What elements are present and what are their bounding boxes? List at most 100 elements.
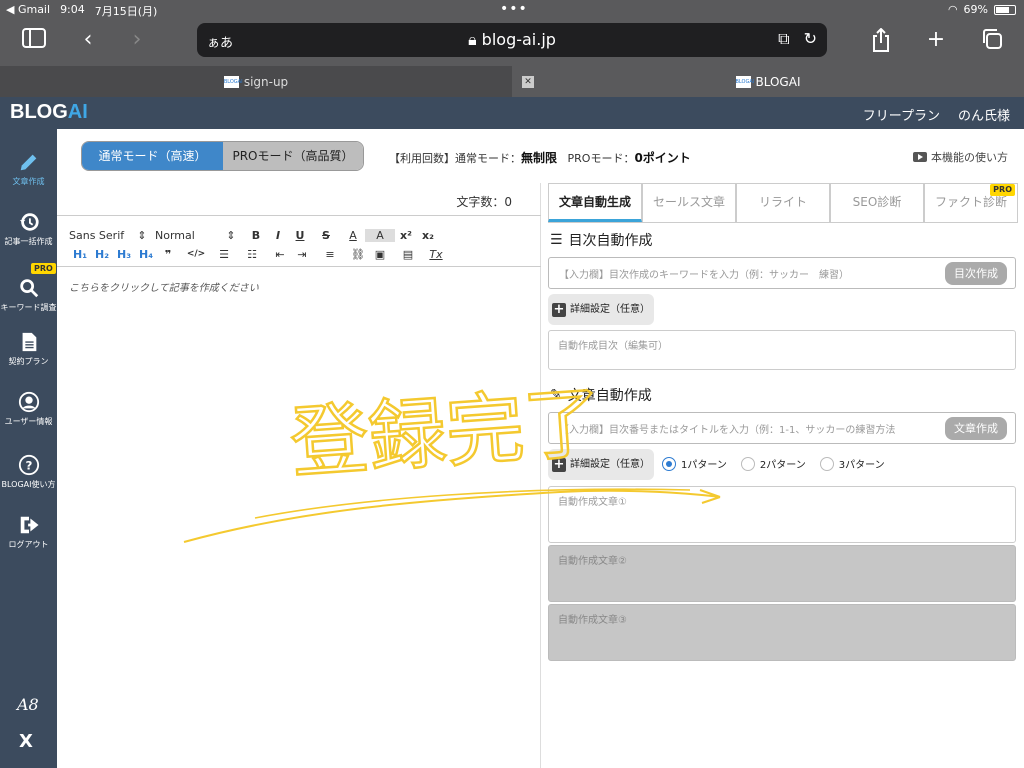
sidebar-item-plan[interactable]: 契約プラン (0, 331, 57, 367)
sidebar-item-write[interactable]: 文章作成 (0, 151, 57, 187)
toc-output[interactable]: 自動作成目次（編集可） (548, 330, 1016, 370)
pattern-2-radio[interactable]: 2パターン (740, 456, 806, 471)
list-icon: ☰ (550, 232, 563, 248)
svg-text:?: ? (25, 459, 32, 473)
wifi-icon: ◠ (947, 3, 958, 16)
plan-link[interactable]: フリープラン (863, 105, 940, 124)
heading3-icon[interactable]: H₃ (113, 248, 135, 261)
back-to-app-link[interactable]: ◀ Gmail (6, 3, 50, 19)
tab-seo[interactable]: SEO診断 (830, 183, 924, 222)
history-icon (19, 213, 39, 231)
sidebar-item-keyword[interactable]: PRO キーワード調査 (0, 263, 57, 313)
article-output-2: 自動作成文章② (548, 545, 1016, 602)
subscript-icon[interactable]: x₂ (417, 229, 439, 242)
app-logo[interactable]: BLOGAI (10, 101, 88, 124)
tab-title: sign-up (243, 74, 289, 89)
a8-link[interactable]: A8 (17, 695, 39, 714)
heading1-icon[interactable]: H₁ (69, 248, 91, 261)
toc-section-title: ☰ 目次自動作成 (550, 232, 653, 249)
plus-icon: + (552, 456, 566, 472)
blockquote-icon[interactable]: ❞ (157, 248, 179, 261)
panel-tabs: 文章自動生成 セールス文章 リライト SEO診断 ファクト診断 PRO (548, 183, 1018, 223)
bold-icon[interactable]: B (245, 229, 267, 242)
browser-tab-blogai[interactable]: ✕ BLOGAI BLOGAI (512, 66, 1024, 97)
size-select[interactable]: Normal (155, 229, 217, 242)
sidebar-item-help[interactable]: ? BLOGAI使い方 (0, 454, 57, 490)
tab-auto-article[interactable]: 文章自動生成 (548, 183, 642, 222)
indent-icon[interactable]: ⇥ (291, 248, 313, 261)
video-play-icon (913, 152, 927, 162)
toc-keyword-input[interactable]: 【入力欄】目次作成のキーワードを入力（例：サッカー 練習） 目次作成 (548, 257, 1016, 289)
new-tab-icon[interactable]: + (921, 28, 951, 52)
address-bar[interactable]: ぁあ 🔒︎ blog-ai.jp ⧉ ↻ (197, 23, 827, 57)
tab-rewrite[interactable]: リライト (736, 183, 830, 222)
lock-icon: 🔒︎ (468, 30, 482, 49)
pro-mode-button[interactable]: PROモード（高品質） (223, 142, 363, 170)
align-icon[interactable]: ≡ (313, 248, 347, 261)
sidebar-item-bulk[interactable]: 記事一括作成 (0, 211, 57, 247)
browser-tab-signup[interactable]: BLOGAI sign-up (0, 66, 512, 97)
sidebar: 文章作成 記事一括作成 PRO キーワード調査 契約プラン ユーザー情報 ? B… (0, 129, 57, 768)
tab-favicon: BLOGAI (223, 75, 243, 88)
tabs-overview-icon[interactable] (977, 28, 1007, 56)
article-title-input[interactable]: 【入力欄】目次番号またはタイトルを入力（例：1-1、サッカーの練習方法 文章作成 (548, 412, 1016, 444)
toc-detail-settings-button[interactable]: + 詳細設定（任意） (548, 294, 654, 325)
italic-icon[interactable]: I (267, 229, 289, 242)
howto-link[interactable]: 本機能の使い方 (913, 149, 1008, 165)
video-icon[interactable]: ▤ (391, 248, 425, 261)
multitask-dots-icon[interactable]: ••• (500, 1, 528, 17)
superscript-icon[interactable]: x² (395, 229, 417, 242)
browser-chrome: ◀ Gmail 9:04 7月15日(月) ••• ◠ 69% ‹ › ぁあ 🔒… (0, 0, 1024, 97)
mode-toggle: 通常モード（高速） PROモード（高品質） (81, 141, 364, 171)
text-color-icon[interactable]: A (341, 229, 365, 242)
extensions-icon[interactable]: ⧉ (778, 29, 789, 49)
article-section-title: ✎ 文章自動作成 (550, 387, 652, 404)
tab-sales[interactable]: セールス文章 (642, 183, 736, 222)
background-color-icon[interactable]: A (365, 228, 395, 242)
heading2-icon[interactable]: H₂ (91, 248, 113, 261)
document-icon (22, 332, 36, 352)
article-output-3: 自動作成文章③ (548, 604, 1016, 661)
status-bar: ◀ Gmail 9:04 7月15日(月) ••• ◠ 69% (0, 0, 1024, 20)
outdent-icon[interactable]: ⇤ (269, 248, 291, 261)
pattern-1-radio[interactable]: 1パターン (662, 456, 727, 471)
bullet-list-icon[interactable]: ☷ (235, 248, 269, 261)
heading4-icon[interactable]: H₄ (135, 248, 157, 261)
back-arrow-icon[interactable]: ‹ (73, 28, 103, 52)
app-header: BLOGAI フリープラン のん氏様 (0, 97, 1024, 129)
tab-fact-check[interactable]: ファクト診断 PRO (924, 183, 1018, 222)
strikethrough-icon[interactable]: S (311, 229, 341, 242)
editor-content[interactable]: こちらをクリックして記事を作成ください (69, 279, 259, 294)
pattern-3-radio[interactable]: 3パターン (819, 456, 885, 471)
tab-favicon: BLOGAI (735, 75, 754, 88)
logout-icon (20, 516, 39, 534)
sidebar-item-user[interactable]: ユーザー情報 (0, 391, 57, 427)
article-detail-settings-button[interactable]: + 詳細設定（任意） (548, 449, 654, 480)
normal-mode-button[interactable]: 通常モード（高速） (82, 142, 223, 170)
code-icon[interactable]: </> (179, 249, 213, 259)
select-arrows-icon[interactable]: ⇕ (129, 229, 155, 242)
font-select[interactable]: Sans Serif (69, 229, 129, 242)
image-icon[interactable]: ▣ (369, 248, 391, 261)
underline-icon[interactable]: U (289, 229, 311, 242)
user-icon (18, 391, 39, 413)
link-icon[interactable]: ⛓ (347, 248, 369, 261)
forward-arrow-icon[interactable]: › (122, 28, 152, 52)
close-tab-icon[interactable]: ✕ (522, 76, 534, 88)
article-editor: 文字数：0 Sans Serif ⇕ Normal ⇕ B I U S A A … (57, 183, 541, 768)
select-arrows-icon[interactable]: ⇕ (217, 229, 245, 242)
reload-icon[interactable]: ↻ (804, 29, 817, 49)
sidebar-toggle-icon[interactable] (19, 28, 49, 54)
char-count: 文字数：0 (456, 195, 512, 209)
battery-percent: 69% (963, 3, 988, 16)
article-output-1[interactable]: 自動作成文章① (548, 486, 1016, 543)
ordered-list-icon[interactable]: ☰ (213, 248, 235, 261)
clear-format-icon[interactable]: Tx (425, 248, 447, 261)
create-article-button[interactable]: 文章作成 (945, 417, 1007, 440)
url-text[interactable]: blog-ai.jp (482, 30, 556, 49)
user-name-link[interactable]: のん氏様 (958, 105, 1010, 124)
create-toc-button[interactable]: 目次作成 (945, 262, 1007, 285)
share-icon[interactable] (866, 27, 896, 58)
x-social-icon[interactable]: X (19, 731, 33, 752)
sidebar-item-logout[interactable]: ログアウト (0, 514, 57, 550)
